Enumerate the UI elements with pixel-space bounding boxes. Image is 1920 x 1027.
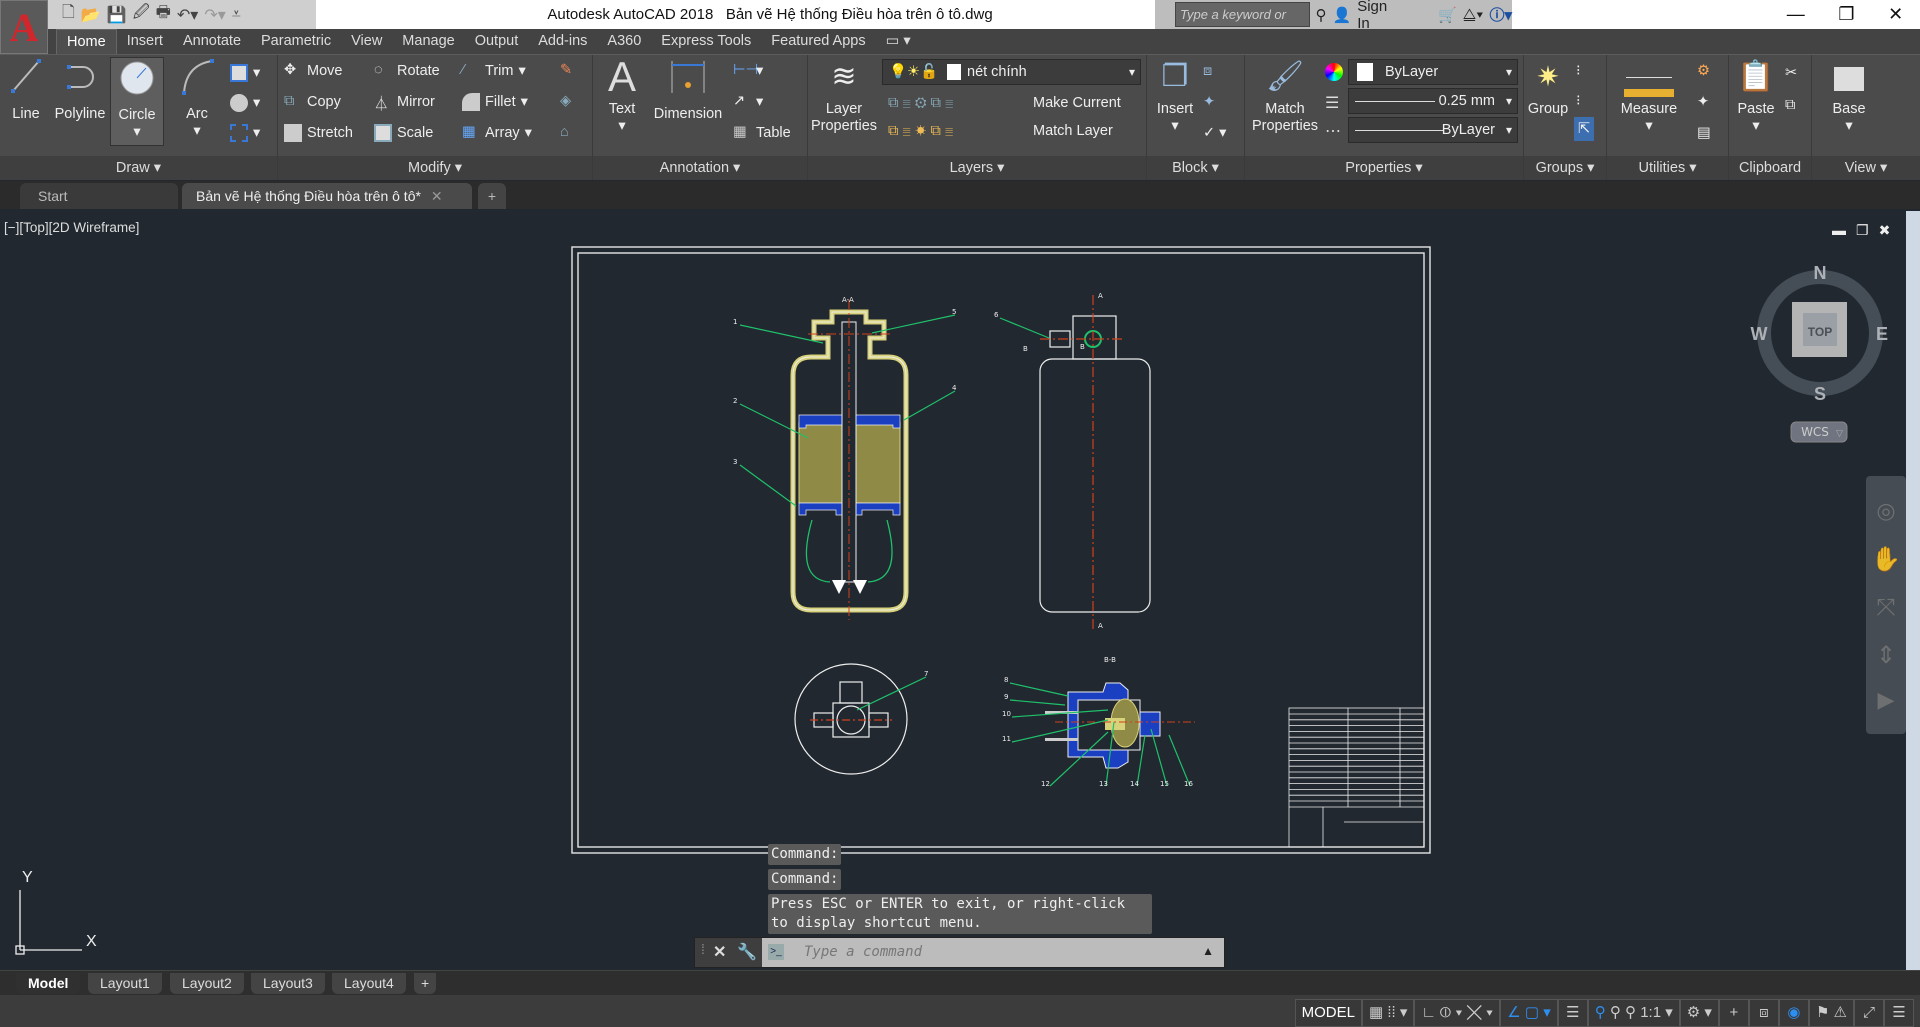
workspace-gear[interactable]: ⚙ ▾ [1679, 999, 1719, 1027]
layout-tabs: Model Layout1 Layout2 Layout3 Layout4 + [0, 970, 1920, 995]
part-label-1: 1 [733, 318, 737, 326]
application-menu-button[interactable]: A [0, 0, 48, 54]
isodraft-osnap-toggle[interactable]: ∠ ▢ ▾ [1500, 999, 1558, 1027]
compass-s: S [1814, 384, 1826, 404]
cut-a-top-label: A [1098, 292, 1103, 300]
ortho-polar-toggle[interactable]: ∟ ⦶ ▾ ╳ ▾ [1414, 999, 1501, 1027]
annotation-visibility-icon: ⚲ [1594, 1004, 1606, 1021]
part-label-4: 4 [952, 384, 957, 392]
units-icon[interactable]: ⧈ [1748, 999, 1779, 1027]
ucs-icon [15, 890, 82, 955]
drawing-frame [571, 246, 1431, 854]
command-input[interactable]: Type a command [762, 938, 1224, 967]
ucs-y-label: Y [22, 869, 33, 886]
command-line: ⁞ ✕ 🔧 Type a command >_ ▲ [694, 937, 1225, 968]
filter-left [798, 422, 843, 504]
command-history-line: Command: [768, 869, 842, 890]
autocad-logo: A [9, 4, 39, 50]
part-label-9: 9 [1004, 693, 1008, 701]
part-label-15: 15 [1160, 780, 1169, 788]
filter-right [855, 422, 901, 504]
pan-hand-icon[interactable]: ✋ [1866, 536, 1906, 584]
grip-handle-icon[interactable]: ⁞ [701, 941, 705, 957]
cut-b-right-label: B [1080, 343, 1085, 351]
part-label-6: 6 [994, 311, 999, 319]
quick-properties-icon[interactable]: ◉ [1778, 999, 1809, 1027]
close-command-icon[interactable]: ✕ [713, 942, 726, 962]
fullscreen-icon[interactable]: ⤢ [1854, 999, 1884, 1027]
isolate-objects-icon[interactable]: ⚑ ⚠ [1808, 999, 1854, 1027]
drawing-canvas[interactable]: 1 2 3 4 5 6 7 8 9 10 11 12 13 14 15 16 A… [0, 0, 1920, 1027]
annotation-scale[interactable]: ⚲ ⚲ ⚲ 1:1 ▾ [1587, 999, 1680, 1027]
section-aa-label: A-A [842, 296, 854, 304]
command-history-line: Press ESC or ENTER to exit, or right-cli… [768, 894, 1152, 934]
part-label-5: 5 [952, 308, 956, 316]
command-history-toggle-icon[interactable]: ▲ [1202, 944, 1214, 958]
title-block [1288, 707, 1425, 848]
cut-a-bottom-label: A [1098, 622, 1103, 630]
lineweight-toggle[interactable]: ☰ [1557, 999, 1588, 1027]
vertical-scrollbar[interactable] [1906, 211, 1920, 971]
viewcube[interactable]: TOP N S W E [1751, 263, 1889, 404]
command-prompt-icon[interactable]: >_ [768, 944, 784, 960]
tab-model[interactable]: Model [16, 973, 81, 994]
part-label-2: 2 [733, 397, 737, 405]
section-bb-label: B-B [1104, 656, 1116, 664]
ucs-x-label: X [86, 933, 97, 950]
part-label-10: 10 [1002, 710, 1011, 718]
tab-layout2[interactable]: Layout2 [170, 973, 244, 994]
part-label-11: 11 [1002, 735, 1011, 743]
part-label-7: 7 [924, 670, 928, 678]
section-aa-view [790, 300, 909, 620]
compass-n: N [1814, 263, 1827, 283]
orbit-icon[interactable]: ⇕ [1866, 632, 1906, 680]
compass-w: W [1751, 324, 1768, 344]
tab-layout4[interactable]: Layout4 [332, 973, 406, 994]
model-space-button[interactable]: MODEL [1294, 999, 1362, 1027]
part-label-14: 14 [1130, 780, 1139, 788]
command-history-line: Command: [768, 844, 842, 865]
tab-layout3[interactable]: Layout3 [251, 973, 325, 994]
part-label-12: 12 [1041, 780, 1050, 788]
status-bar: MODEL ▦ ⁞⁞ ▾ ∟ ⦶ ▾ ╳ ▾ ∠ ▢ ▾ ☰ ⚲ ⚲ ⚲ 1:1… [0, 995, 1920, 1027]
wcs-label: WCS [1801, 425, 1829, 439]
customize-menu-icon[interactable]: ☰ [1884, 999, 1914, 1027]
viewcube-top-face: TOP [1808, 325, 1832, 339]
part-label-8: 8 [1004, 676, 1008, 684]
tab-layout1[interactable]: Layout1 [88, 973, 162, 994]
bottom-view [794, 663, 908, 775]
wcs-chevron-icon: ▽ [1836, 428, 1843, 438]
part-label-16: 16 [1184, 780, 1193, 788]
customize-wrench-icon[interactable]: 🔧 [737, 942, 757, 962]
compass-e: E [1876, 324, 1888, 344]
zoom-extents-icon[interactable]: ⤧ [1866, 584, 1906, 632]
grid-toggle[interactable]: ▦ ⁞⁞ ▾ [1361, 999, 1415, 1027]
part-label-3: 3 [733, 458, 737, 466]
annotation-monitor[interactable]: + [1718, 999, 1749, 1027]
steering-wheel-icon[interactable]: ◎ [1866, 486, 1906, 536]
wcs-dropdown[interactable]: WCS ▽ [1790, 421, 1848, 443]
navigation-bar: ◎ ✋ ⤧ ⇕ ▶ [1866, 476, 1906, 734]
showmotion-icon[interactable]: ▶ [1866, 680, 1906, 720]
new-layout-button[interactable]: + [414, 973, 437, 994]
part-label-13: 13 [1099, 780, 1108, 788]
cut-b-left-label: B [1023, 345, 1028, 353]
side-view [1039, 295, 1151, 630]
